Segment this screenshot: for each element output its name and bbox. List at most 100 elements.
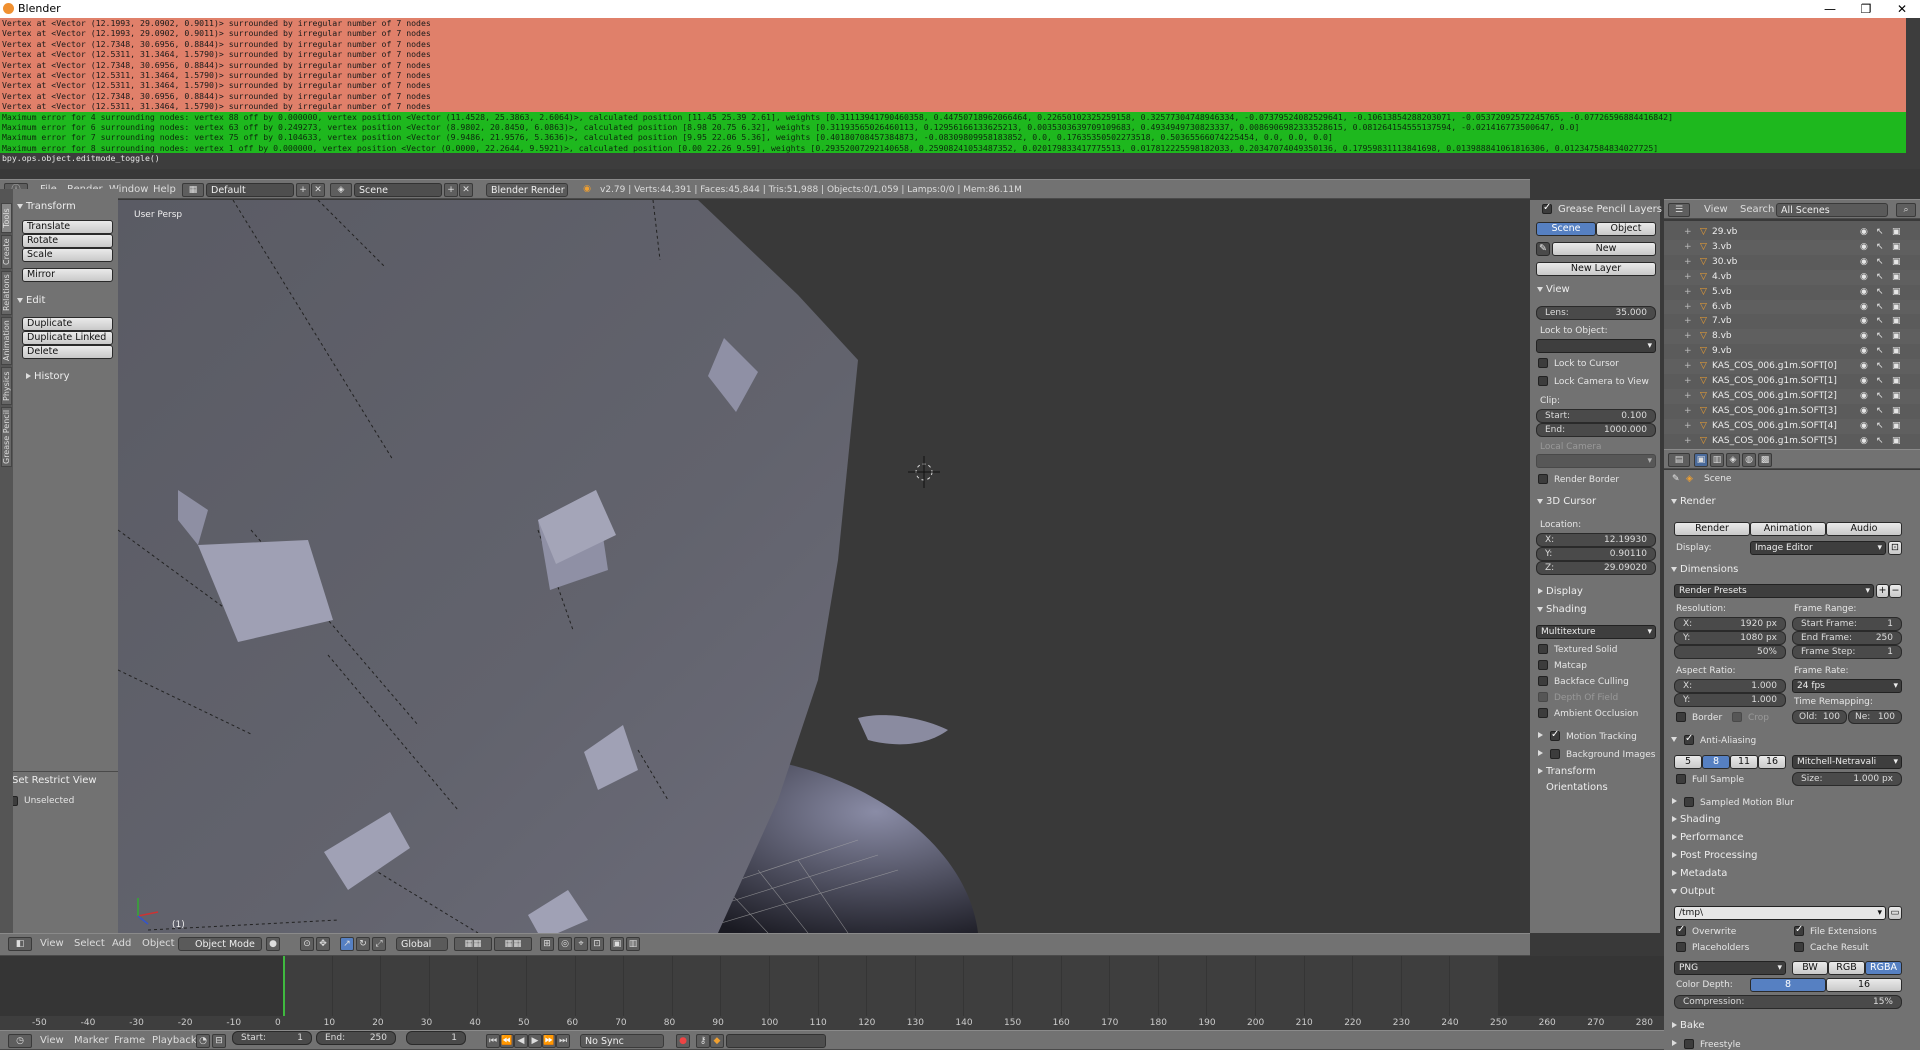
play-icon[interactable]: ▶ xyxy=(528,1034,542,1048)
duplicate-button[interactable]: Duplicate xyxy=(22,317,113,331)
timeline-menu-view[interactable]: View xyxy=(40,1034,64,1048)
frame-step-field[interactable]: Frame Step: 1 xyxy=(1792,645,1902,659)
delete-button[interactable]: Delete xyxy=(22,345,113,359)
tab-grease-pencil[interactable]: Grease Pencil xyxy=(1,407,12,467)
scale-manipulator-icon[interactable]: ⤢ xyxy=(372,937,386,951)
menu-help[interactable]: Help xyxy=(153,183,176,197)
render-camera-icon[interactable]: ▣ xyxy=(1892,436,1901,446)
render-camera-icon[interactable]: ▣ xyxy=(1892,316,1901,326)
render-camera-icon[interactable]: ▣ xyxy=(1892,257,1901,267)
render-camera-icon[interactable]: ▣ xyxy=(1892,376,1901,386)
outliner-row[interactable]: + ▽ KAS_COS_006.g1m.SOFT[4] ◉ ↖ ▣ xyxy=(1664,418,1920,434)
console-scrollbar[interactable] xyxy=(1906,18,1920,169)
overwrite-checkbox[interactable] xyxy=(1676,924,1686,936)
motion-tracking-checkbox[interactable] xyxy=(1550,729,1560,741)
color-rgb-button[interactable]: RGB xyxy=(1828,961,1865,975)
render-context-icon[interactable]: ▣ xyxy=(1694,453,1708,467)
layers-grid-2-icon[interactable]: ▦▦ xyxy=(494,937,532,951)
tab-object[interactable]: Object xyxy=(1596,222,1656,236)
select-arrow-icon[interactable]: ↖ xyxy=(1876,287,1884,297)
current-frame-field[interactable]: 1 xyxy=(406,1031,466,1045)
backface-culling-checkbox[interactable] xyxy=(1538,676,1548,686)
outliner-row[interactable]: + ▽ 7.vb ◉ ↖ ▣ xyxy=(1664,314,1920,330)
tab-create[interactable]: Create xyxy=(1,235,12,269)
lock-camera-checkbox[interactable] xyxy=(1538,376,1548,386)
remove-preset-icon[interactable]: − xyxy=(1889,584,1902,598)
cache-result-checkbox[interactable] xyxy=(1794,942,1804,952)
transform-panel-title[interactable]: Transform xyxy=(14,199,76,215)
post-processing-panel-title[interactable]: Post Processing xyxy=(1668,848,1758,864)
playhead[interactable] xyxy=(283,956,285,1016)
visibility-eye-icon[interactable]: ◉ xyxy=(1860,391,1868,401)
background-images-title[interactable] xyxy=(1534,746,1546,762)
resolution-y-field[interactable]: Y: 1080 px xyxy=(1674,631,1786,645)
layers-context-icon[interactable]: ▥ xyxy=(1710,453,1724,467)
world-context-icon[interactable]: ◍ xyxy=(1742,453,1756,467)
scale-button[interactable]: Scale xyxy=(22,248,113,262)
tab-physics[interactable]: Physics xyxy=(1,367,12,405)
view-panel-title[interactable]: View xyxy=(1534,282,1570,298)
outliner-filter-select[interactable]: All Scenes xyxy=(1776,203,1888,217)
shading-panel-title[interactable]: Shading xyxy=(1534,602,1587,618)
file-format-select[interactable]: PNG xyxy=(1674,961,1786,975)
tab-scene[interactable]: Scene xyxy=(1536,222,1596,236)
metadata-panel-title[interactable]: Metadata xyxy=(1668,866,1727,882)
render-button[interactable]: Render xyxy=(1674,522,1750,536)
lens-field[interactable]: Lens: 35.000 xyxy=(1536,306,1656,320)
select-arrow-icon[interactable]: ↖ xyxy=(1876,331,1884,341)
object-context-icon[interactable]: ▩ xyxy=(1758,453,1772,467)
select-arrow-icon[interactable]: ↖ xyxy=(1876,346,1884,356)
render-camera-icon[interactable]: ▣ xyxy=(1892,331,1901,341)
expand-icon[interactable]: + xyxy=(1684,331,1692,341)
outliner-row[interactable]: + ▽ KAS_COS_006.g1m.SOFT[1] ◉ ↖ ▣ xyxy=(1664,374,1920,389)
outliner-row[interactable]: + ▽ 3.vb ◉ ↖ ▣ xyxy=(1664,239,1920,255)
expand-icon[interactable]: + xyxy=(1684,242,1692,252)
start-frame-field[interactable]: Start Frame: 1 xyxy=(1792,617,1902,631)
visibility-eye-icon[interactable]: ◉ xyxy=(1860,316,1868,326)
menu-object[interactable]: Object xyxy=(142,937,175,951)
grease-pencil-checkbox[interactable] xyxy=(1542,202,1552,214)
outliner-row[interactable]: + ▽ 29.vb ◉ ↖ ▣ xyxy=(1664,225,1920,240)
outliner-row[interactable]: + ▽ 9.vb ◉ ↖ ▣ xyxy=(1664,344,1920,360)
local-camera-field[interactable] xyxy=(1536,454,1656,468)
expand-icon[interactable]: + xyxy=(1684,376,1692,386)
matcap-checkbox[interactable] xyxy=(1538,660,1548,670)
visibility-eye-icon[interactable]: ◉ xyxy=(1860,436,1868,446)
render-camera-icon[interactable]: ▣ xyxy=(1892,421,1901,431)
select-arrow-icon[interactable]: ↖ xyxy=(1876,272,1884,282)
record-icon[interactable]: ● xyxy=(676,1034,690,1048)
expand-icon[interactable]: + xyxy=(1684,316,1692,326)
audio-button[interactable]: Audio xyxy=(1826,522,1902,536)
opengl-anim-icon[interactable]: ▥ xyxy=(626,937,640,951)
resolution-x-field[interactable]: X: 1920 px xyxy=(1674,617,1786,631)
tab-animation[interactable]: Animation xyxy=(1,317,12,365)
aa-level-11[interactable]: 11 xyxy=(1730,755,1758,769)
select-arrow-icon[interactable]: ↖ xyxy=(1876,436,1884,446)
render-camera-icon[interactable]: ▣ xyxy=(1892,361,1901,371)
orientation-select[interactable]: Global xyxy=(396,937,448,951)
pencil-icon[interactable]: ✎ xyxy=(1536,242,1550,256)
preview-range-icon[interactable]: ◔ xyxy=(196,1034,210,1048)
crop-checkbox[interactable] xyxy=(1732,712,1742,722)
viewport-shading-icon[interactable]: ● xyxy=(266,937,280,951)
visibility-eye-icon[interactable]: ◉ xyxy=(1860,361,1868,371)
manipulator-icon[interactable]: ✥ xyxy=(316,937,330,951)
layout-field[interactable]: Default xyxy=(206,183,294,197)
expand-icon[interactable]: + xyxy=(1684,346,1692,356)
outliner-row[interactable]: + ▽ KAS_COS_006.g1m.SOFT[0] ◉ ↖ ▣ xyxy=(1664,359,1920,375)
menu-view[interactable]: View xyxy=(40,937,64,951)
lock-range-icon[interactable]: ⊟ xyxy=(212,1034,226,1048)
outliner-menu-view[interactable]: View xyxy=(1704,203,1728,217)
time-new-field[interactable]: Ne: 100 xyxy=(1848,710,1902,724)
select-arrow-icon[interactable]: ↖ xyxy=(1876,391,1884,401)
render-panel-title[interactable]: Render xyxy=(1668,494,1716,510)
visibility-eye-icon[interactable]: ◉ xyxy=(1860,346,1868,356)
expand-icon[interactable]: + xyxy=(1684,227,1692,237)
python-console[interactable]: Vertex at <Vector (12.1993, 29.0902, 0.9… xyxy=(0,18,1906,169)
add-scene-icon[interactable]: + xyxy=(444,183,458,197)
outliner-row[interactable]: + ▽ KAS_COS_006.g1m.SOFT[3] ◉ ↖ ▣ xyxy=(1664,403,1920,419)
minimize-button[interactable]: — xyxy=(1812,0,1848,18)
render-engine-select[interactable]: Blender Render xyxy=(486,183,568,197)
new-layer-button[interactable]: New Layer xyxy=(1536,262,1656,276)
outliner-row[interactable]: + ▽ 8.vb ◉ ↖ ▣ xyxy=(1664,329,1920,345)
